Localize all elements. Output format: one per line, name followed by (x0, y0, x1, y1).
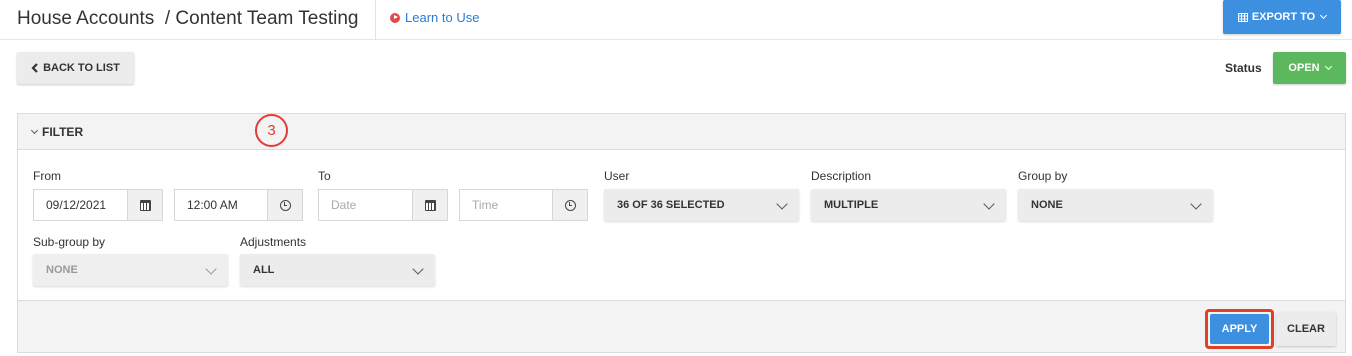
sub-group-by-label: Sub-group by (33, 235, 106, 249)
chevron-down-icon (30, 126, 39, 135)
chevron-down-icon (776, 198, 788, 210)
export-to-button[interactable]: EXPORT TO (1223, 0, 1341, 34)
description-label: Description (811, 169, 872, 183)
export-to-label: EXPORT TO (1251, 11, 1316, 23)
group-by-label: Group by (1018, 169, 1068, 183)
chevron-down-icon (1190, 198, 1202, 210)
chevron-down-icon (1320, 11, 1328, 20)
back-to-list-label: BACK TO LIST (43, 62, 120, 74)
sub-group-by-value: NONE (46, 264, 78, 276)
description-select[interactable]: MULTIPLE (811, 189, 1006, 221)
user-label: User (604, 169, 630, 183)
to-date-placeholder: Date (331, 198, 357, 212)
back-to-list-button[interactable]: BACK TO LIST (17, 52, 134, 84)
filter-title: FILTER (42, 125, 84, 139)
description-value: MULTIPLE (824, 199, 879, 211)
status-value: OPEN (1288, 62, 1320, 74)
filter-toggle[interactable]: FILTER (30, 125, 83, 139)
chevron-down-icon (412, 263, 424, 275)
user-select[interactable]: 36 OF 36 SELECTED (604, 189, 799, 221)
sub-group-by-select[interactable]: NONE (33, 254, 228, 286)
from-label: From (33, 169, 61, 183)
play-icon (390, 12, 400, 23)
to-date-input[interactable]: Date (318, 189, 448, 221)
clock-icon[interactable] (552, 190, 587, 220)
from-date-input[interactable]: 09/12/2021 (33, 189, 163, 221)
filter-panel: FILTER 3 From 09/12/2021 12:00 AM To Dat… (17, 113, 1346, 353)
table-icon (1237, 12, 1248, 22)
clock-icon[interactable] (267, 190, 302, 220)
user-value: 36 OF 36 SELECTED (617, 199, 725, 211)
step-marker: 3 (255, 114, 288, 147)
from-date-value: 09/12/2021 (46, 198, 107, 212)
learn-to-use-label: Learn to Use (405, 10, 480, 25)
chevron-down-icon (983, 198, 995, 210)
adjustments-value: ALL (253, 264, 275, 276)
chevron-down-icon (1324, 62, 1332, 71)
from-time-value: 12:00 AM (187, 198, 238, 212)
learn-to-use-link[interactable]: Learn to Use (390, 10, 479, 25)
group-by-select[interactable]: NONE (1018, 189, 1213, 221)
adjustments-select[interactable]: ALL (240, 254, 435, 286)
apply-highlight: APPLY (1205, 309, 1274, 349)
filter-header[interactable]: FILTER 3 (18, 114, 1345, 150)
apply-button[interactable]: APPLY (1210, 314, 1269, 344)
divider (375, 0, 376, 40)
calendar-icon[interactable] (412, 190, 447, 220)
calendar-icon[interactable] (127, 190, 162, 220)
clear-button[interactable]: CLEAR (1276, 312, 1336, 346)
page-title: House Accounts / Content Team Testing (17, 8, 359, 29)
from-time-input[interactable]: 12:00 AM (174, 189, 303, 221)
to-time-placeholder: Time (472, 198, 499, 212)
chevron-down-icon (205, 263, 217, 275)
adjustments-label: Adjustments (240, 235, 307, 249)
status-label: Status (1225, 61, 1262, 75)
top-bar: House Accounts / Content Team Testing Le… (0, 0, 1352, 40)
to-label: To (318, 169, 331, 183)
group-by-value: NONE (1031, 199, 1063, 211)
status-dropdown[interactable]: OPEN (1273, 52, 1346, 84)
chevron-left-icon (31, 63, 38, 73)
to-time-input[interactable]: Time (459, 189, 588, 221)
filter-footer: APPLY CLEAR (18, 300, 1345, 352)
